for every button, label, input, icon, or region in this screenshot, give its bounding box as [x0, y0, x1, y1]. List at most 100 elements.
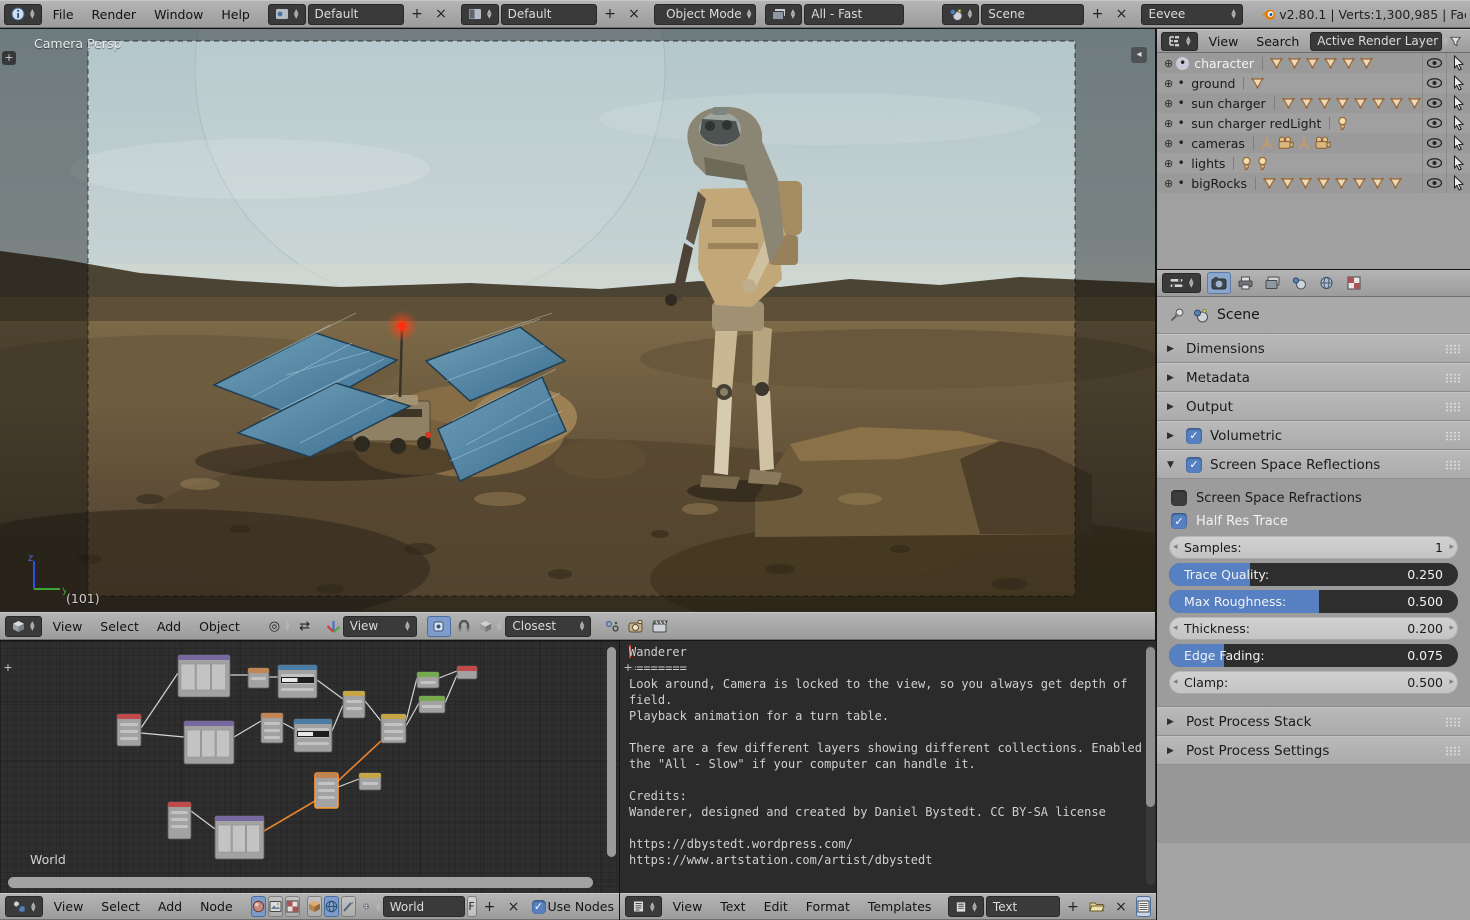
properties-tab-view-layer[interactable]: [1261, 272, 1285, 294]
view-layers-selector-button[interactable]: ▲▼: [765, 4, 803, 25]
render-engine-selector[interactable]: Eevee▲▼: [1141, 4, 1242, 25]
object-name[interactable]: ground: [1191, 76, 1235, 91]
proportional-editing-toggle[interactable]: [427, 616, 451, 637]
layout-add-button[interactable]: +: [599, 4, 621, 24]
workspace-name-field[interactable]: Default: [308, 4, 404, 25]
expand-icon[interactable]: ⊕: [1164, 77, 1173, 90]
panel-checkbox[interactable]: ✓: [1186, 457, 1202, 473]
visibility-eye-icon[interactable]: [1422, 113, 1446, 133]
increment-arrow[interactable]: ▸: [1449, 623, 1454, 633]
visibility-eye-icon[interactable]: [1422, 133, 1446, 153]
outliner-display-mode-selector[interactable]: Active Render Layer▲▼: [1310, 32, 1442, 51]
editor-type-outliner[interactable]: ▲▼: [1161, 32, 1198, 51]
selectability-cursor-icon[interactable]: [1446, 153, 1470, 173]
visibility-eye-icon[interactable]: [1422, 53, 1446, 73]
view-layer-field[interactable]: All - Fast: [804, 4, 904, 25]
expand-icon[interactable]: ⊕: [1164, 97, 1173, 110]
snap-target-selector[interactable]: Closest▲▼: [505, 616, 591, 637]
shader-context-world-toggle[interactable]: [324, 896, 339, 917]
menu-view[interactable]: View: [44, 619, 92, 634]
expand-icon[interactable]: ⊕: [1164, 177, 1173, 190]
shader-node[interactable]: [359, 773, 381, 790]
scene-selector-button[interactable]: ▲▼: [942, 4, 980, 25]
selectability-cursor-icon[interactable]: [1446, 173, 1470, 193]
panel-header-metadata[interactable]: ▶Metadata: [1157, 363, 1470, 392]
properties-tab-texture[interactable]: [1342, 272, 1366, 294]
shader-type-image-toggle[interactable]: [268, 896, 283, 917]
shader-node[interactable]: [381, 714, 406, 743]
scene-delete-button[interactable]: ×: [1110, 4, 1132, 24]
halfres-checkbox[interactable]: ✓: [1171, 513, 1187, 529]
visibility-eye-icon[interactable]: [1422, 173, 1446, 193]
shader-node[interactable]: [343, 691, 365, 718]
menu-window[interactable]: Window: [145, 7, 212, 22]
increment-arrow[interactable]: ▸: [1449, 677, 1454, 687]
layout-selector-button[interactable]: ▲▼: [461, 4, 499, 25]
shader-type-object-toggle[interactable]: [251, 896, 266, 917]
panel-drag-dots-icon[interactable]: [1445, 402, 1460, 412]
properties-tab-render[interactable]: [1207, 272, 1231, 294]
world-name-field[interactable]: World: [383, 896, 465, 917]
refractions-checkbox[interactable]: [1171, 490, 1187, 506]
thickness-field[interactable]: ◂▸Thickness:0.200: [1169, 617, 1458, 640]
fake-user-button[interactable]: F: [467, 896, 477, 917]
world-unlink-button[interactable]: ×: [503, 897, 525, 917]
snap-with-button[interactable]: ▲▼: [477, 616, 504, 636]
menu-search[interactable]: Search: [1247, 34, 1308, 49]
outliner[interactable]: ▲▼ ViewSearch Active Render Layer▲▼ ⊕•ch…: [1157, 29, 1470, 269]
ssr-halfres-row[interactable]: ✓ Half Res Trace: [1171, 513, 1456, 529]
expand-icon[interactable]: ⊕: [1164, 57, 1173, 70]
properties-editor[interactable]: ▲▼ Scene ▶Dimensions▶Metadata▶Output▶✓Vo…: [1157, 270, 1470, 920]
outliner-row-sun-charger[interactable]: ⊕•sun charger: [1157, 93, 1470, 113]
shader-context-object-toggle[interactable]: [307, 896, 322, 917]
panel-header-volumetric[interactable]: ▶✓Volumetric: [1157, 421, 1470, 450]
shader-node[interactable]: [419, 696, 445, 713]
menu-file[interactable]: File: [44, 7, 83, 22]
mode-selector[interactable]: Object Mode▲▼: [654, 4, 755, 25]
panel-header-post-process-settings[interactable]: ▶Post Process Settings: [1157, 736, 1470, 765]
render-animation-button[interactable]: [649, 616, 671, 636]
outliner-row-cameras[interactable]: ⊕•cameras: [1157, 133, 1470, 153]
trace-quality-field[interactable]: Trace Quality:0.250: [1169, 563, 1458, 586]
object-name[interactable]: sun charger redLight: [1191, 116, 1321, 131]
layout-name-field[interactable]: Default: [501, 4, 597, 25]
editor-type-node[interactable]: ▲▼: [5, 896, 43, 917]
edge-fading-field[interactable]: Edge Fading:0.075: [1169, 644, 1458, 667]
shader-node[interactable]: [315, 773, 338, 808]
scene-name-field[interactable]: Scene: [981, 4, 1084, 25]
shader-node[interactable]: [117, 714, 141, 746]
visibility-eye-icon[interactable]: [1422, 73, 1446, 93]
node-horizontal-scrollbar[interactable]: [8, 877, 593, 888]
samples-field[interactable]: ◂▸Samples:1: [1169, 536, 1458, 559]
outliner-row-bigRocks[interactable]: ⊕•bigRocks: [1157, 173, 1470, 193]
editor-type-3d-viewport[interactable]: ▲▼: [5, 616, 42, 637]
decrement-arrow[interactable]: ◂: [1173, 542, 1178, 552]
menu-format[interactable]: Format: [797, 899, 859, 914]
shader-context-linestyle-toggle[interactable]: [341, 896, 356, 917]
workspace-delete-button[interactable]: ×: [430, 4, 452, 24]
text-scrollbar-track[interactable]: [1146, 645, 1155, 885]
shader-node[interactable]: [215, 816, 264, 859]
increment-arrow[interactable]: ▸: [1449, 542, 1454, 552]
toolbar-expand-button[interactable]: +: [2, 51, 16, 65]
text-toolbar-expand-button[interactable]: +: [621, 661, 635, 675]
decrement-arrow[interactable]: ◂: [1173, 623, 1178, 633]
shader-node[interactable]: [168, 802, 191, 839]
panel-drag-dots-icon[interactable]: [1445, 431, 1460, 441]
selectability-cursor-icon[interactable]: [1446, 93, 1470, 113]
workspace-selector-button[interactable]: ▲▼: [268, 4, 306, 25]
world-add-button[interactable]: +: [479, 897, 501, 917]
menu-select[interactable]: Select: [91, 619, 148, 634]
panel-drag-dots-icon[interactable]: [1445, 344, 1460, 354]
snap-magnet-toggle[interactable]: [453, 616, 475, 636]
menu-help[interactable]: Help: [212, 7, 259, 22]
expand-icon[interactable]: ⊕: [1164, 157, 1173, 170]
max-roughness-field[interactable]: Max Roughness:0.500: [1169, 590, 1458, 613]
ssr-refractions-row[interactable]: Screen Space Refractions: [1171, 490, 1456, 506]
shader-node[interactable]: [261, 713, 283, 743]
panel-drag-dots-icon[interactable]: [1445, 373, 1460, 383]
panel-checkbox[interactable]: ✓: [1186, 428, 1202, 444]
object-name[interactable]: lights: [1191, 156, 1225, 171]
use-nodes-checkbox[interactable]: ✓: [532, 900, 546, 914]
text-open-button[interactable]: [1086, 897, 1108, 917]
